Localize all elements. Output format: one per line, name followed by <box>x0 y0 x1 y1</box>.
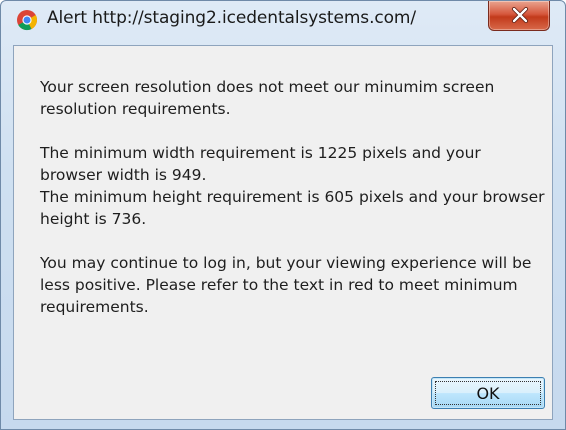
ok-button[interactable]: OK <box>431 377 545 409</box>
dialog-body: Your screen resolution does not meet our… <box>13 45 553 420</box>
close-icon <box>512 7 528 23</box>
close-button[interactable] <box>488 1 550 31</box>
chrome-browser-icon <box>16 9 38 31</box>
message-height-line: The minimum height requirement is 605 pi… <box>40 188 545 228</box>
window-title: Alert http://staging2.icedentalsystems.c… <box>47 8 417 28</box>
message-paragraph-3: You may continue to log in, but your vie… <box>40 254 532 316</box>
ok-button-label: OK <box>435 381 541 405</box>
alert-message: Your screen resolution does not meet our… <box>40 76 545 318</box>
alert-dialog-window: Alert http://staging2.icedentalsystems.c… <box>0 0 566 430</box>
message-width-line: The minimum width requirement is 1225 pi… <box>40 144 481 184</box>
message-paragraph-1: Your screen resolution does not meet our… <box>40 78 495 118</box>
title-bar[interactable]: Alert http://staging2.icedentalsystems.c… <box>1 1 565 45</box>
message-paragraph-2: The minimum width requirement is 1225 pi… <box>40 142 545 230</box>
